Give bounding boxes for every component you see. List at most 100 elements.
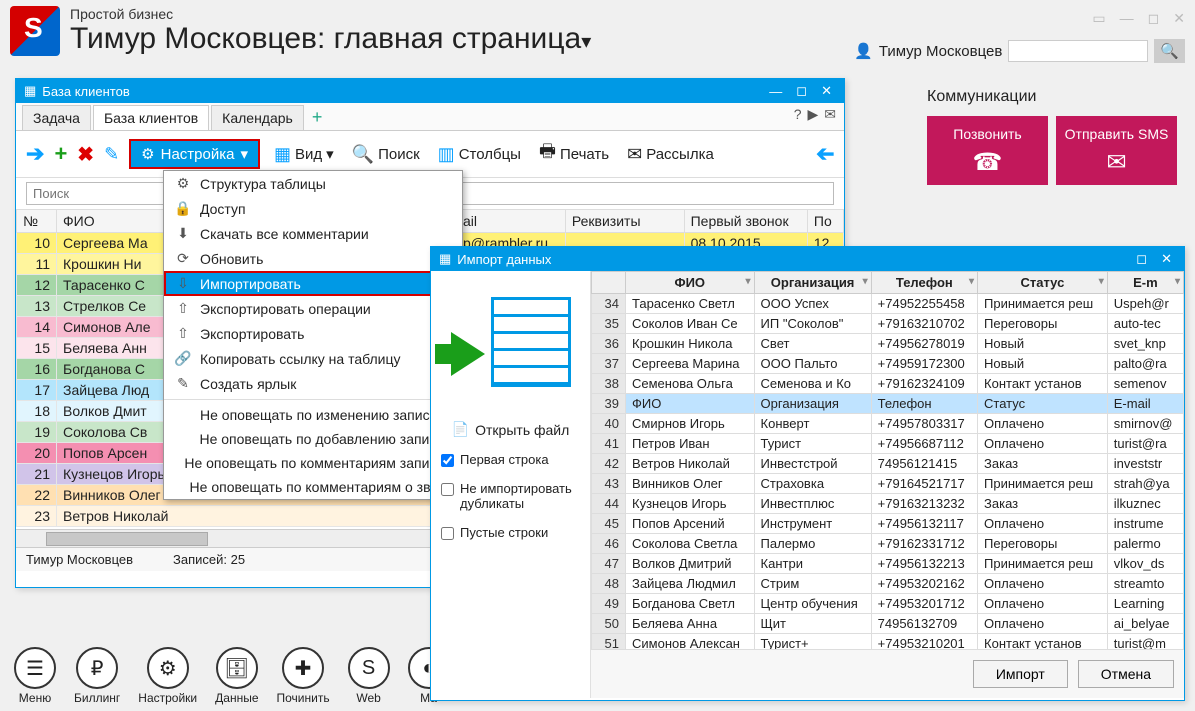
cancel-button[interactable]: Отмена (1078, 660, 1174, 688)
global-search-input[interactable] (1008, 40, 1148, 62)
user-name[interactable]: Тимур Московцев (879, 43, 1003, 60)
search-icon[interactable]: 🔍 (1154, 39, 1185, 63)
maximize-icon[interactable]: ◻ (1148, 10, 1160, 27)
import-col-header[interactable]: Статус▾ (978, 272, 1108, 294)
mail-icon[interactable]: ✉ (824, 106, 836, 123)
import-row[interactable]: 42Ветров НиколайИнвестстрой74956121415За… (592, 454, 1184, 474)
tab-clients[interactable]: База клиентов (93, 105, 209, 130)
view-button[interactable]: ▦Вид ▾ (270, 142, 338, 167)
mailing-button[interactable]: ✉Рассылка (623, 142, 718, 167)
import-col-header[interactable]: Телефон▾ (871, 272, 977, 294)
edit-icon[interactable]: ✎ (104, 144, 119, 165)
window-controls[interactable]: ▭ — ◻ ✕ (1092, 10, 1185, 27)
search-icon: 🔍 (352, 144, 374, 165)
menu-item[interactable]: ✎Создать ярлык (164, 371, 462, 396)
col-last[interactable]: По (807, 210, 843, 233)
open-file-button[interactable]: 📄 Открыть файл (452, 421, 570, 438)
app-title[interactable]: Тимур Московцев: главная страница▾ (70, 22, 854, 56)
tab-task[interactable]: Задача (22, 105, 91, 130)
menu-item[interactable]: ⚙Структура таблицы (164, 171, 462, 196)
maximize-icon[interactable]: ◻ (792, 83, 811, 99)
maximize-icon[interactable]: ◻ (1132, 251, 1151, 267)
col-mail[interactable]: ail (457, 210, 566, 233)
import-row[interactable]: 36Крошкин НиколаСвет+74956278019Новыйsve… (592, 334, 1184, 354)
clients-window-titlebar[interactable]: ▦ База клиентов — ◻ ✕ (16, 79, 844, 103)
tab-add[interactable]: + (306, 107, 329, 128)
forward-icon[interactable]: ➔ (26, 141, 44, 167)
import-row[interactable]: 46Соколова СветлаПалермо+79162331712Пере… (592, 534, 1184, 554)
import-row[interactable]: 47Волков ДмитрийКантри+74956132213Приним… (592, 554, 1184, 574)
columns-button[interactable]: ▥Столбцы (434, 142, 525, 167)
gear-icon: ⚙ (141, 145, 154, 163)
menu-item[interactable]: Не оповещать по комментариям о звонк (164, 475, 462, 499)
import-row[interactable]: 49Богданова СветлЦентр обучения+74953201… (592, 594, 1184, 614)
import-row[interactable]: 43Винников ОлегСтраховка+79164521717Прин… (592, 474, 1184, 494)
print-button[interactable]: 🖶Печать (535, 137, 613, 171)
col-fio[interactable]: ФИО (57, 210, 177, 233)
minimize-icon[interactable]: — (1120, 10, 1134, 27)
col-req[interactable]: Реквизиты (565, 210, 684, 233)
import-row[interactable]: 51Симонов АлексанТурист++74953210201Конт… (592, 634, 1184, 650)
tab-calendar[interactable]: Календарь (211, 105, 304, 130)
import-row[interactable]: 48Зайцева ЛюдмилСтрим+74953202162Оплачен… (592, 574, 1184, 594)
menu-item-label: Импортировать (200, 276, 301, 292)
dock-item[interactable]: 🗄Данные (215, 647, 258, 705)
menu-item[interactable]: Не оповещать по изменению записей (164, 403, 462, 427)
dock-label: Web (356, 691, 380, 705)
delete-icon[interactable]: ✖ (77, 142, 94, 167)
dock-item[interactable]: ⚙Настройки (138, 647, 197, 705)
dock-item[interactable]: ₽Биллинг (74, 647, 120, 705)
col-num[interactable]: № (17, 210, 57, 233)
menu-item[interactable]: ⇧Экспортировать операции (164, 296, 462, 321)
import-row[interactable]: 41Петров ИванТурист+74956687112Оплаченоt… (592, 434, 1184, 454)
search-button[interactable]: 🔍Поиск (348, 142, 424, 167)
import-row[interactable]: 44Кузнецов ИгорьИнвестплюс+79163213232За… (592, 494, 1184, 514)
close-icon[interactable]: ✕ (1173, 10, 1185, 27)
video-icon[interactable]: ▶ (807, 106, 818, 123)
import-col-header[interactable] (592, 272, 626, 294)
import-col-header[interactable]: ФИО▾ (626, 272, 755, 294)
import-titlebar[interactable]: ▦ Импорт данных ◻ ✕ (431, 247, 1184, 271)
help-icon[interactable]: ? (794, 106, 802, 123)
empty-rows-checkbox[interactable]: Пустые строки (441, 525, 580, 540)
menu-item[interactable]: ⇩Импортировать (164, 271, 462, 296)
sms-button[interactable]: Отправить SMS✉ (1056, 116, 1177, 185)
menu-item[interactable]: ⇧Экспортировать (164, 321, 462, 346)
communications-heading: Коммуникации (927, 88, 1177, 106)
dock-item[interactable]: SWeb (348, 647, 390, 705)
import-col-header[interactable]: Организация▾ (754, 272, 871, 294)
import-title: Импорт данных (457, 252, 551, 267)
import-row[interactable]: 37Сергеева МаринаООО Пальто+74959172300Н… (592, 354, 1184, 374)
import-row[interactable]: 34Тарасенко СветлООО Успех+74952255458Пр… (592, 294, 1184, 314)
import-row[interactable]: 40Смирнов ИгорьКонверт+74957803317Оплаче… (592, 414, 1184, 434)
menu-item[interactable]: Не оповещать по комментариям записей (164, 451, 462, 475)
import-row[interactable]: 45Попов АрсенийИнструмент+74956132117Опл… (592, 514, 1184, 534)
first-row-checkbox[interactable]: Первая строка (441, 452, 580, 467)
menu-item[interactable]: ⟳Обновить (164, 246, 462, 271)
import-grid: ФИО▾Организация▾Телефон▾Статус▾E-m▾ 34Та… (591, 271, 1184, 649)
close-icon[interactable]: ✕ (817, 83, 836, 99)
no-duplicates-checkbox[interactable]: Не импортировать дубликаты (441, 481, 580, 511)
menu-item[interactable]: 🔗Копировать ссылку на таблицу (164, 346, 462, 371)
minimize-icon[interactable]: — (765, 84, 786, 99)
dock-item[interactable]: ☰Меню (14, 647, 56, 705)
import-row[interactable]: 50Беляева АннаЩит74956132709Оплаченоai_b… (592, 614, 1184, 634)
communications-panel: Коммуникации Позвонить☎ Отправить SMS✉ (927, 88, 1177, 185)
import-button[interactable]: Импорт (973, 660, 1068, 688)
back-icon[interactable]: ➔ (816, 141, 834, 167)
import-col-header[interactable]: E-m▾ (1107, 272, 1183, 294)
import-row[interactable]: 39ФИООрганизацияТелефонСтатусE-mail (592, 394, 1184, 414)
settings-button[interactable]: ⚙ Настройка ▾ (129, 139, 260, 169)
add-icon[interactable]: + (54, 141, 67, 167)
dock-item[interactable]: ✚Починить (277, 647, 330, 705)
dock-icon: ☰ (14, 647, 56, 689)
menu-item[interactable]: ⬇Скачать все комментарии (164, 221, 462, 246)
call-button[interactable]: Позвонить☎ (927, 116, 1048, 185)
import-row[interactable]: 35Соколов Иван СеИП "Соколов"+7916321070… (592, 314, 1184, 334)
table-icon: ▦ (439, 251, 451, 267)
col-call[interactable]: Первый звонок (684, 210, 807, 233)
close-icon[interactable]: ✕ (1157, 251, 1176, 267)
import-row[interactable]: 38Семенова ОльгаСеменова и Ко+7916232410… (592, 374, 1184, 394)
menu-item[interactable]: Не оповещать по добавлению записей (164, 427, 462, 451)
menu-item[interactable]: 🔒Доступ (164, 196, 462, 221)
